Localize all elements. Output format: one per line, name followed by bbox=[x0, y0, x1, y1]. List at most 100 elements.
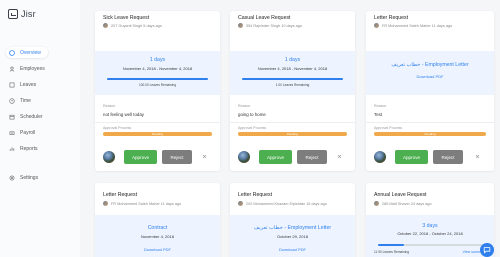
close-icon[interactable] bbox=[474, 153, 481, 160]
sidebar-item-settings[interactable]: Settings bbox=[6, 172, 48, 183]
scheduler-icon bbox=[9, 114, 15, 120]
avatar bbox=[238, 23, 243, 28]
reason-label: Reason bbox=[374, 104, 387, 108]
approver-avatar bbox=[103, 151, 115, 163]
approve-button[interactable]: Approve bbox=[124, 150, 157, 164]
card-title: Annual Leave Request bbox=[374, 192, 427, 198]
card-title: Casual Leave Request bbox=[238, 15, 291, 21]
leave-progress-bar bbox=[242, 78, 343, 80]
approver-avatar bbox=[374, 151, 386, 163]
app-logo[interactable]: Jisr bbox=[8, 9, 36, 19]
sidebar-item-label: Leaves bbox=[20, 81, 37, 88]
download-pdf-link[interactable]: Download PDF bbox=[95, 247, 220, 252]
divider bbox=[95, 122, 220, 123]
approval-label: Approval Process bbox=[374, 126, 403, 130]
reason-label: Reason bbox=[238, 104, 251, 108]
reject-button[interactable]: Reject bbox=[433, 150, 463, 164]
leave-duration: 1 days bbox=[149, 57, 166, 63]
chat-icon bbox=[483, 246, 491, 254]
approve-button[interactable]: Approve bbox=[395, 150, 428, 164]
sidebar-item-reports[interactable]: Reports bbox=[6, 143, 48, 154]
letter-type: خطاب تعريف - Employment Letter bbox=[391, 62, 469, 68]
sidebar-item-employees[interactable]: Employees bbox=[6, 63, 48, 74]
sidebar-item-leaves[interactable]: Leaves bbox=[6, 79, 48, 90]
settings-icon bbox=[9, 175, 15, 181]
card-meta-text: 207 Guyanti Singh 5 days ago bbox=[111, 23, 162, 28]
avatar bbox=[238, 201, 243, 206]
sidebar-item-payroll[interactable]: Payroll bbox=[6, 127, 48, 138]
leave-progress-bar bbox=[107, 78, 208, 80]
approval-status-bar: Pending bbox=[374, 132, 486, 136]
sidebar: Jisr Overview Employees Leaves Time Sche… bbox=[0, 0, 80, 257]
request-card: Annual Leave Request 285 Matt Shaver 24 … bbox=[366, 183, 494, 257]
reports-icon bbox=[9, 146, 15, 152]
reject-button[interactable]: Reject bbox=[297, 150, 327, 164]
leave-dates: October 22, 2018 - October 24, 2018 bbox=[397, 231, 463, 236]
approval-status: Pending bbox=[151, 132, 163, 136]
download-pdf-link[interactable]: Download PDF bbox=[366, 74, 494, 79]
approve-button[interactable]: Approve bbox=[259, 150, 292, 164]
card-meta: 285 Matt Shaver 24 days ago bbox=[374, 201, 432, 206]
overview-icon bbox=[9, 49, 15, 56]
request-card: Letter Request FR Mohammed Saleh Maher 1… bbox=[366, 11, 494, 171]
letter-summary: خطاب تعريف - Employment Letter Download … bbox=[366, 51, 494, 95]
leaves-remaining: 100.00 Leaves Remaining bbox=[138, 83, 177, 87]
approval-status-bar: Pending bbox=[103, 132, 212, 136]
card-title: Letter Request bbox=[374, 15, 409, 21]
letter-date: November 4, 2018 bbox=[141, 234, 174, 239]
progress-fill bbox=[378, 244, 404, 246]
logo-icon bbox=[8, 9, 18, 19]
close-icon[interactable] bbox=[336, 153, 343, 160]
leaves-icon bbox=[9, 82, 15, 88]
leaves-remaining: 11.90 Leaves Remaining bbox=[374, 250, 410, 254]
approval-status: Pending bbox=[424, 132, 436, 136]
leave-progress-bar bbox=[378, 244, 482, 246]
sidebar-item-label: Scheduler bbox=[20, 113, 43, 120]
card-title: Sick Leave Request bbox=[103, 15, 150, 21]
card-title: Letter Request bbox=[103, 192, 138, 198]
divider bbox=[230, 122, 355, 123]
approval-label: Approval Process bbox=[238, 126, 267, 130]
letter-summary: Contract November 4, 2018 Download PDF bbox=[95, 215, 220, 257]
card-meta: 354 Rajvinder Singh 10 days ago bbox=[238, 23, 302, 28]
sidebar-item-time[interactable]: Time bbox=[6, 95, 48, 106]
download-pdf-link[interactable]: Download PDF bbox=[230, 247, 355, 252]
leaves-remaining: 1.00 Leaves Remaining bbox=[275, 83, 310, 87]
letter-type: خطاب تعريف - Employment Letter bbox=[253, 225, 332, 231]
card-meta-text: 354 Rajvinder Singh 10 days ago bbox=[246, 23, 302, 28]
reason-text: not feeling well today bbox=[103, 112, 145, 117]
leave-summary: 1 days November 4, 2018 - November 4, 20… bbox=[95, 51, 220, 95]
progress-fill bbox=[242, 78, 343, 80]
sidebar-item-label: Employees bbox=[20, 65, 45, 72]
reason-text: going to home bbox=[238, 112, 266, 117]
leave-dates: November 4, 2018 - November 4, 2018 bbox=[122, 66, 193, 71]
logo-text: Jisr bbox=[21, 9, 36, 19]
chat-button[interactable] bbox=[480, 243, 494, 257]
sidebar-item-label: Overview bbox=[20, 49, 41, 56]
progress-fill bbox=[107, 78, 208, 80]
leave-duration: 3 days bbox=[422, 223, 438, 229]
letter-date: October 29, 2018 bbox=[277, 234, 308, 239]
sidebar-item-overview[interactable]: Overview bbox=[6, 47, 48, 58]
sidebar-item-scheduler[interactable]: Scheduler bbox=[6, 111, 48, 122]
reject-button[interactable]: Reject bbox=[162, 150, 192, 164]
request-card: Sick Leave Request 207 Guyanti Singh 5 d… bbox=[95, 11, 220, 171]
card-meta-text: 202 Mohammed Khazam Elpishtan 15 days ag… bbox=[246, 201, 327, 206]
approver-avatar bbox=[238, 151, 250, 163]
card-meta: 202 Mohammed Khazam Elpishtan 15 days ag… bbox=[238, 201, 327, 206]
card-meta-text: 285 Matt Shaver 24 days ago bbox=[382, 201, 432, 206]
letter-type: Contract bbox=[147, 225, 168, 231]
request-card: Letter Request FR Mohammed Saleh Maher 1… bbox=[95, 183, 220, 257]
sidebar-item-label: Time bbox=[20, 97, 31, 104]
leave-duration: 1 days bbox=[284, 57, 301, 63]
sidebar-item-label: Payroll bbox=[20, 129, 36, 136]
close-icon[interactable] bbox=[201, 153, 208, 160]
card-meta: FR Mohammed Saleh Maher 11 days ago bbox=[103, 201, 181, 206]
avatar bbox=[103, 23, 108, 28]
card-meta: 207 Guyanti Singh 5 days ago bbox=[103, 23, 162, 28]
reason-label: Reason bbox=[103, 104, 116, 108]
card-meta: FR Mohammed Saleh Maher 11 days ago bbox=[374, 23, 452, 28]
request-card: Letter Request 202 Mohammed Khazam Elpis… bbox=[230, 183, 355, 257]
reason-text: Test bbox=[374, 112, 383, 117]
approval-status-bar: Pending bbox=[238, 132, 347, 136]
